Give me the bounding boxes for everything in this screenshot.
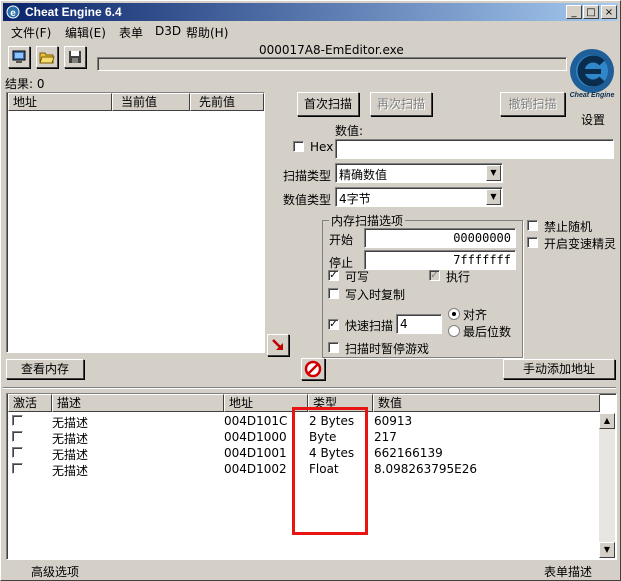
chevron-down-icon[interactable]: ▼ [486, 165, 501, 181]
value-type-select[interactable]: 4字节 ▼ [335, 187, 503, 207]
value-label: 数值: [335, 124, 364, 138]
column-previous-value[interactable]: 先前值 [190, 93, 264, 111]
arrow-down-right-icon [272, 339, 283, 350]
active-checkbox[interactable] [12, 415, 23, 426]
scan-progress-bar [97, 57, 567, 71]
table-scrollbar[interactable]: ▲ ▼ [599, 413, 615, 558]
menu-d3d[interactable]: D3D [155, 24, 181, 38]
row-address: 004D1001 [224, 446, 287, 460]
window-title: Cheat Engine 6.4 [25, 5, 122, 19]
no-entry-icon [304, 360, 322, 378]
advanced-options-link[interactable]: 高级选项 [31, 563, 79, 580]
scan-type-label: 扫描类型 [283, 169, 332, 183]
last-digits-label: 最后位数 [463, 325, 512, 339]
open-process-button[interactable] [8, 46, 30, 68]
open-file-button[interactable] [36, 46, 58, 68]
save-button[interactable] [64, 46, 86, 68]
splitter[interactable] [3, 387, 616, 389]
scan-type-value: 精确数值 [339, 168, 388, 182]
copy-on-write-checkbox[interactable] [328, 288, 339, 299]
menu-file[interactable]: 文件(F) [11, 24, 51, 41]
no-random-label: 禁止随机 [544, 220, 593, 234]
chevron-down-icon[interactable]: ▼ [486, 189, 501, 205]
maximize-button[interactable]: □ [583, 5, 599, 19]
executable-checkbox[interactable]: ✓ [429, 270, 440, 281]
folder-open-icon [39, 52, 55, 64]
row-value[interactable]: 8.098263795E26 [374, 462, 477, 476]
memory-view-button[interactable]: 查看内存 [6, 359, 84, 379]
stop-address-input[interactable]: 7fffffff [364, 250, 516, 270]
settings-label[interactable]: 设置 [581, 111, 605, 128]
column-current-value[interactable]: 当前值 [112, 93, 190, 111]
column-address[interactable]: 地址 [8, 93, 112, 111]
menu-help[interactable]: 帮助(H) [186, 24, 228, 41]
active-checkbox[interactable] [12, 431, 23, 442]
start-label: 开始 [329, 233, 354, 247]
add-selected-to-list-button[interactable] [267, 334, 289, 356]
align-label: 对齐 [463, 308, 488, 322]
row-address: 004D101C [224, 414, 288, 428]
found-address-list[interactable]: 地址 当前值 先前值 [6, 92, 265, 353]
scan-value-input[interactable] [335, 139, 614, 159]
pause-game-label: 扫描时暂停游戏 [345, 342, 430, 356]
hex-checkbox[interactable] [293, 141, 304, 152]
speedhack-label: 开启变速精灵 [544, 237, 617, 251]
start-address-input[interactable]: 00000000 [364, 228, 516, 248]
highlight-box [292, 407, 368, 535]
executable-label: 执行 [446, 270, 471, 284]
active-checkbox[interactable] [12, 463, 23, 474]
fast-scan-label: 快速扫描 [345, 319, 394, 333]
stop-scan-button[interactable] [301, 358, 325, 380]
svg-text:e: e [10, 8, 16, 19]
align-radio[interactable] [448, 308, 460, 320]
active-checkbox[interactable] [12, 447, 23, 458]
column-active[interactable]: 激活 [8, 394, 52, 412]
row-address: 004D1000 [224, 430, 287, 444]
column-value[interactable]: 数值 [373, 394, 600, 412]
process-name: 000017A8-EmEditor.exe [259, 43, 404, 57]
pause-game-checkbox[interactable] [328, 342, 339, 353]
close-button[interactable]: × [601, 5, 617, 19]
row-value[interactable]: 60913 [374, 414, 412, 428]
app-icon: e [6, 5, 20, 19]
value-type-label: 数值类型 [283, 193, 332, 207]
speedhack-checkbox[interactable] [527, 237, 538, 248]
row-value[interactable]: 217 [374, 430, 397, 444]
cheat-engine-logo[interactable]: Cheat Engine [566, 47, 618, 99]
no-random-checkbox[interactable] [527, 220, 538, 231]
row-description: 无描述 [52, 464, 89, 478]
scroll-down-icon[interactable]: ▼ [599, 542, 615, 558]
hex-label: Hex [310, 140, 334, 154]
next-scan-button[interactable]: 再次扫描 [370, 92, 432, 116]
value-type-value: 4字节 [339, 192, 371, 206]
computer-icon [12, 50, 26, 63]
logo-text: Cheat Engine [570, 92, 615, 99]
fast-scan-checkbox[interactable]: ✓ [328, 319, 339, 330]
undo-scan-button[interactable]: 撤销扫描 [500, 92, 565, 116]
table-extras-link[interactable]: 表单描述 [544, 563, 592, 580]
menu-table[interactable]: 表单 [119, 24, 143, 41]
memory-scan-options-title: 内存扫描选项 [329, 212, 406, 229]
add-address-manually-button[interactable]: 手动添加地址 [503, 359, 615, 379]
scan-type-select[interactable]: 精确数值 ▼ [335, 163, 503, 183]
row-value[interactable]: 662166139 [374, 446, 443, 460]
cheat-engine-window: e Cheat Engine 6.4 _ □ × 文件(F) 编辑(E) 表单 … [0, 0, 621, 581]
minimize-button[interactable]: _ [566, 5, 582, 19]
title-bar[interactable]: e Cheat Engine 6.4 _ □ × [3, 3, 618, 21]
last-digits-radio[interactable] [448, 325, 460, 337]
row-address: 004D1002 [224, 462, 287, 476]
menu-edit[interactable]: 编辑(E) [65, 24, 106, 41]
first-scan-button[interactable]: 首次扫描 [297, 92, 359, 116]
results-count: 结果: 0 [5, 77, 45, 91]
writable-label: 可写 [345, 270, 370, 284]
fast-scan-alignment-input[interactable]: 4 [396, 314, 442, 334]
scroll-up-icon[interactable]: ▲ [599, 413, 615, 429]
writable-checkbox[interactable]: ✓ [328, 270, 339, 281]
copy-on-write-label: 写入时复制 [345, 288, 406, 302]
column-description[interactable]: 描述 [52, 394, 224, 412]
floppy-disk-icon [69, 51, 81, 63]
